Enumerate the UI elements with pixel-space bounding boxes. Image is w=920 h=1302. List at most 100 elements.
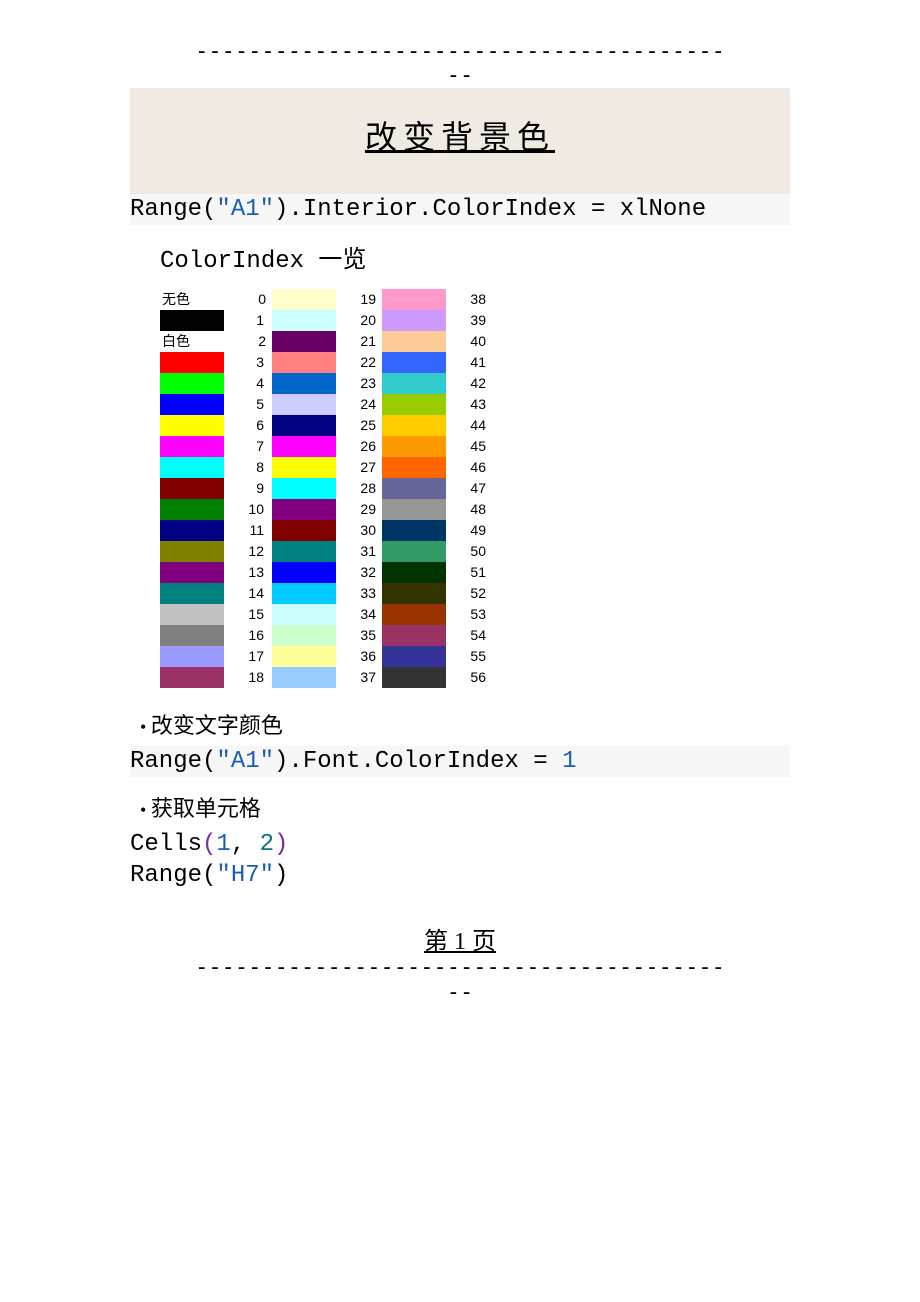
code-change-background: Range("A1").Interior.ColorIndex = xlNone	[130, 194, 790, 225]
colorindex-number: 8	[224, 457, 270, 478]
colorindex-swatch	[382, 415, 446, 436]
colorindex-number: 52	[446, 583, 492, 604]
colorindex-swatch	[382, 604, 446, 625]
colorindex-number: 22	[336, 352, 382, 373]
colorindex-swatch	[160, 415, 224, 436]
colorindex-row: 28	[272, 478, 382, 499]
colorindex-number: 7	[224, 436, 270, 457]
colorindex-swatch	[160, 667, 224, 688]
code-text: ).Font.ColorIndex =	[274, 748, 562, 775]
colorindex-number: 12	[224, 541, 270, 562]
section-title: 改变背景色	[130, 88, 790, 194]
colorindex-number: 13	[224, 562, 270, 583]
colorindex-number: 49	[446, 520, 492, 541]
section-title-text: 改变背景色	[365, 119, 555, 155]
colorindex-number: 4	[224, 373, 270, 394]
colorindex-row: 17	[160, 646, 272, 667]
colorindex-number: 48	[446, 499, 492, 520]
colorindex-row: 5	[160, 394, 272, 415]
colorindex-number: 23	[336, 373, 382, 394]
colorindex-number: 38	[446, 289, 492, 310]
colorindex-row: 10	[160, 499, 272, 520]
colorindex-row: 54	[382, 625, 492, 646]
colorindex-row: 1	[160, 310, 272, 331]
colorindex-swatch	[160, 394, 224, 415]
colorindex-row: 8	[160, 457, 272, 478]
colorindex-row: 18	[160, 667, 272, 688]
colorindex-number: 31	[336, 541, 382, 562]
colorindex-swatch	[272, 457, 336, 478]
colorindex-swatch	[160, 352, 224, 373]
colorindex-swatch	[382, 457, 446, 478]
colorindex-number: 47	[446, 478, 492, 499]
colorindex-number: 14	[224, 583, 270, 604]
colorindex-row: 35	[272, 625, 382, 646]
colorindex-number: 10	[224, 499, 270, 520]
colorindex-number: 51	[446, 562, 492, 583]
colorindex-row: 23	[272, 373, 382, 394]
colorindex-number: 19	[336, 289, 382, 310]
code-number: 1	[216, 831, 230, 858]
bullet-change-font-color: 改变文字颜色	[140, 708, 790, 740]
colorindex-row: 45	[382, 436, 492, 457]
colorindex-table: 无色01白色2345678910111213141516171819202122…	[160, 289, 790, 688]
code-text: ,	[231, 831, 260, 858]
code-number: 1	[562, 748, 576, 775]
colorindex-swatch	[382, 289, 446, 310]
colorindex-number: 24	[336, 394, 382, 415]
colorindex-number: 1	[224, 310, 270, 331]
colorindex-row: 29	[272, 499, 382, 520]
colorindex-number: 26	[336, 436, 382, 457]
bullet-text: 改变文字颜色	[151, 713, 283, 738]
colorindex-number: 55	[446, 646, 492, 667]
code-text: Range(	[130, 196, 216, 223]
colorindex-swatch	[272, 373, 336, 394]
colorindex-row: 6	[160, 415, 272, 436]
colorindex-row: 3	[160, 352, 272, 373]
colorindex-row: 38	[382, 289, 492, 310]
colorindex-row: 16	[160, 625, 272, 646]
colorindex-number: 54	[446, 625, 492, 646]
colorindex-number: 16	[224, 625, 270, 646]
colorindex-number: 40	[446, 331, 492, 352]
colorindex-swatch	[160, 562, 224, 583]
colorindex-swatch	[382, 667, 446, 688]
colorindex-row: 43	[382, 394, 492, 415]
colorindex-number: 27	[336, 457, 382, 478]
code-arg: "A1"	[216, 196, 274, 223]
colorindex-row: 15	[160, 604, 272, 625]
colorindex-row: 11	[160, 520, 272, 541]
code-text: ).Interior.ColorIndex = xlNone	[274, 196, 706, 223]
colorindex-row: 13	[160, 562, 272, 583]
colorindex-number: 39	[446, 310, 492, 331]
code-cells: Cells(1, 2)	[130, 829, 790, 860]
bullet-text: 获取单元格	[151, 796, 261, 821]
code-text: Range(	[130, 862, 216, 889]
code-text: Cells	[130, 831, 202, 858]
code-text: )	[274, 862, 288, 889]
colorindex-swatch	[382, 562, 446, 583]
colorindex-number: 0	[226, 289, 272, 310]
colorindex-swatch	[160, 583, 224, 604]
code-arg: "H7"	[216, 862, 274, 889]
bullet-get-cell: 获取单元格	[140, 791, 790, 823]
colorindex-swatch	[272, 310, 336, 331]
colorindex-row: 37	[272, 667, 382, 688]
colorindex-row: 39	[382, 310, 492, 331]
colorindex-row: 41	[382, 352, 492, 373]
colorindex-swatch	[272, 289, 336, 310]
colorindex-number: 56	[446, 667, 492, 688]
colorindex-swatch	[160, 499, 224, 520]
colorindex-swatch	[382, 520, 446, 541]
colorindex-number: 2	[226, 331, 272, 352]
colorindex-number: 11	[224, 520, 270, 541]
colorindex-swatch	[272, 331, 336, 352]
colorindex-row: 31	[272, 541, 382, 562]
colorindex-number: 45	[446, 436, 492, 457]
colorindex-row: 51	[382, 562, 492, 583]
colorindex-number: 41	[446, 352, 492, 373]
colorindex-number: 6	[224, 415, 270, 436]
colorindex-row: 30	[272, 520, 382, 541]
colorindex-swatch	[382, 499, 446, 520]
colorindex-row: 无色0	[160, 289, 272, 310]
